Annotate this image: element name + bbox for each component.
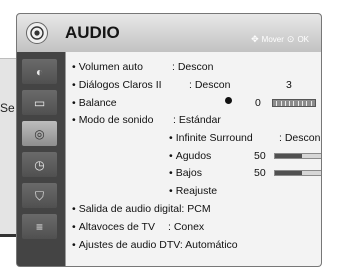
settings-panel: • Volumen auto : Descon • Diálogos Claros … (65, 52, 321, 266)
options-icon: ≡ (35, 219, 43, 234)
audio-icon: ◎ (34, 126, 45, 141)
reajuste-label: Reajuste (175, 185, 218, 197)
navigation-hint: ✥ Mover ⊙ OK (251, 34, 309, 45)
volumen-auto-value: : Descon (172, 61, 214, 73)
infinite-surround-label: Infinite Surround (175, 132, 253, 144)
menu-header: AUDIO ✥ Mover ⊙ OK (17, 14, 321, 52)
ok-dot-icon: ⊙ (286, 34, 295, 44)
setting-infinite-surround[interactable]: • Infinite Surround (169, 132, 253, 145)
balance-label: Balance (78, 97, 117, 109)
sidebar-item-screen[interactable]: ▭ (22, 90, 57, 115)
audio-category-icon (26, 22, 48, 44)
dialogos-claros-label: Diálogos Claros II (78, 79, 162, 91)
menu-title: AUDIO (65, 23, 120, 42)
pointer-cursor (225, 97, 232, 104)
salida-audio-label: Salida de audio digital: PCM (78, 203, 211, 215)
screen-icon: ▭ (33, 95, 46, 110)
hint-ok-label: OK (297, 35, 309, 44)
sidebar-item-lock[interactable]: ⛉ (22, 183, 57, 208)
category-sidebar: ◐ ▭ ◎ ◷ ⛉ ≡ (17, 52, 65, 266)
sidebar-item-picture[interactable]: ◐ (22, 59, 57, 84)
ajustes-dtv-label: Ajustes de audio DTV: Automático (78, 239, 238, 251)
picture-icon: ◐ (35, 64, 44, 79)
agudos-value: 50 (254, 150, 266, 162)
sidebar-item-time[interactable]: ◷ (22, 152, 57, 177)
hint-move-label: Mover (261, 35, 284, 44)
modo-sonido-label: Modo de sonido (78, 114, 154, 126)
setting-reajuste[interactable]: • Reajuste (169, 185, 217, 198)
bajos-label: Bajos (175, 167, 202, 179)
lock-icon: ⛉ (34, 188, 44, 203)
setting-ajustes-audio-dtv[interactable]: • Ajustes de audio DTV: Automático (72, 239, 238, 252)
dialogos-claros-value: : Descon (189, 79, 231, 91)
altavoces-value: : Conex (168, 221, 205, 233)
dialogos-claros-level: 3 (286, 79, 292, 91)
sidebar-item-options[interactable]: ≡ (22, 214, 57, 239)
agudos-label: Agudos (175, 150, 212, 162)
dpad-icon: ✥ (251, 34, 259, 44)
setting-modo-sonido[interactable]: • Modo de sonido (72, 114, 153, 127)
bajos-slider-fill (275, 171, 302, 175)
bajos-value: 50 (254, 167, 266, 179)
volumen-auto-label: Volumen auto (78, 61, 143, 73)
clock-icon: ◷ (34, 157, 45, 172)
sidebar-item-audio[interactable]: ◎ (22, 121, 57, 146)
agudos-slider[interactable] (274, 153, 321, 159)
balance-value: 0 (255, 97, 261, 109)
setting-bajos[interactable]: • Bajos (169, 167, 202, 180)
setting-salida-audio-digital[interactable]: • Salida de audio digital: PCM (72, 203, 211, 216)
balance-slider[interactable] (272, 99, 316, 107)
setting-dialogos-claros[interactable]: • Diálogos Claros II (72, 79, 162, 92)
modo-sonido-value: : Estándar (173, 114, 221, 126)
altavoces-label: Altavoces de TV (78, 221, 155, 233)
setting-volumen-auto[interactable]: • Volumen auto (72, 61, 143, 74)
setting-altavoces-tv[interactable]: • Altavoces de TV (72, 221, 155, 234)
infinite-surround-value: : Descon (279, 132, 321, 144)
screen: Se AUDIO ✥ Mover ⊙ OK ◐ ▭ ◎ ◷ ⛉ ≡ • Volu… (0, 0, 338, 267)
bajos-slider[interactable] (274, 170, 321, 176)
audio-menu-window: AUDIO ✥ Mover ⊙ OK ◐ ▭ ◎ ◷ ⛉ ≡ • Volumen… (16, 13, 322, 267)
setting-balance[interactable]: • Balance (72, 97, 117, 110)
setting-agudos[interactable]: • Agudos (169, 150, 211, 163)
agudos-slider-fill (275, 154, 302, 158)
